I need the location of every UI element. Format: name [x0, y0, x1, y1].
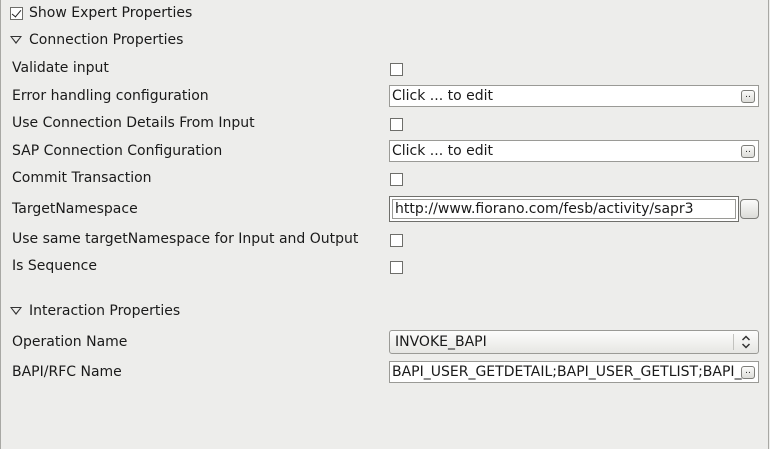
validate-input-label: Validate input — [12, 60, 109, 76]
error-handling-label: Error handling configuration — [12, 88, 209, 104]
error-handling-edit-button[interactable]: .. — [741, 90, 755, 103]
is-sequence-checkbox[interactable] — [390, 261, 403, 274]
section-title-connection: Connection Properties — [29, 32, 184, 48]
operation-name-select[interactable]: INVOKE_BAPI — [389, 330, 759, 354]
commit-transaction-label: Commit Transaction — [12, 170, 152, 186]
same-target-ns-checkbox[interactable] — [390, 234, 403, 247]
is-sequence-label: Is Sequence — [12, 258, 97, 274]
show-expert-checkbox[interactable] — [10, 7, 23, 20]
target-namespace-input[interactable]: http://www.fiorano.com/fesb/activity/sap… — [389, 196, 739, 222]
bapi-rfc-name-edit-button[interactable]: .. — [741, 366, 755, 379]
section-title-interaction: Interaction Properties — [29, 303, 181, 319]
operation-name-label: Operation Name — [12, 334, 128, 350]
sap-conn-config-value: Click ... to edit — [392, 143, 493, 159]
validate-input-checkbox[interactable] — [390, 63, 403, 76]
bapi-rfc-name-field[interactable]: BAPI_USER_GETDETAIL;BAPI_USER_GETLIST;BA… — [389, 361, 759, 383]
properties-panel: Show Expert Properties Connection Proper… — [0, 0, 769, 449]
sap-conn-config-label: SAP Connection Configuration — [12, 143, 223, 159]
target-namespace-label: TargetNamespace — [12, 201, 138, 217]
target-namespace-value: http://www.fiorano.com/fesb/activity/sap… — [392, 199, 736, 219]
commit-transaction-checkbox[interactable] — [390, 173, 403, 186]
error-handling-field[interactable]: Click ... to edit .. — [389, 85, 759, 107]
error-handling-value: Click ... to edit — [392, 88, 493, 104]
show-expert-label: Show Expert Properties — [29, 5, 193, 21]
combo-separator — [733, 334, 734, 350]
up-down-arrows-icon — [741, 335, 751, 349]
operation-name-value: INVOKE_BAPI — [395, 334, 487, 350]
target-namespace-button[interactable] — [740, 199, 759, 219]
bapi-rfc-name-value: BAPI_USER_GETDETAIL;BAPI_USER_GETLIST;BA… — [392, 364, 742, 380]
use-conn-details-checkbox[interactable] — [390, 118, 403, 131]
use-conn-details-label: Use Connection Details From Input — [12, 115, 255, 131]
collapse-triangle-icon[interactable] — [10, 307, 22, 315]
collapse-triangle-icon[interactable] — [10, 36, 22, 44]
sap-conn-config-edit-button[interactable]: .. — [741, 145, 755, 158]
bapi-rfc-name-label: BAPI/RFC Name — [12, 364, 122, 380]
sap-conn-config-field[interactable]: Click ... to edit .. — [389, 140, 759, 162]
same-target-ns-label: Use same targetNamespace for Input and O… — [12, 231, 359, 247]
